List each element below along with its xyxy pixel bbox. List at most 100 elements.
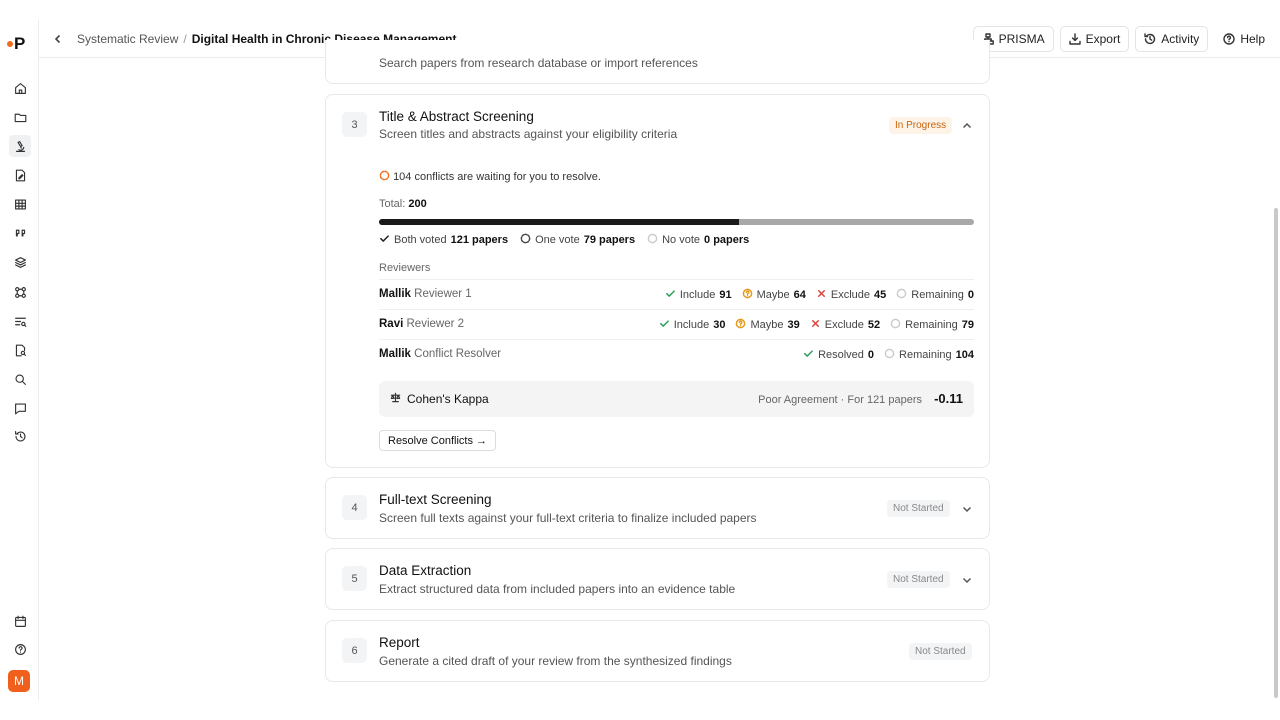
step-3-subtitle: Screen titles and abstracts against your… xyxy=(379,127,678,141)
kappa-description: Poor Agreement · For 121 papers xyxy=(758,394,922,406)
screening-progress-bar xyxy=(379,219,974,225)
reviewer-row: Ravi Reviewer 2 Include 30 Maybe 39 Exclud… xyxy=(379,309,974,339)
include-stat: Include 91 xyxy=(665,288,732,302)
quote-icon[interactable] xyxy=(12,225,28,241)
home-icon[interactable] xyxy=(12,80,28,96)
check-icon xyxy=(803,348,814,362)
download-icon xyxy=(1068,33,1081,45)
table-icon[interactable] xyxy=(12,196,28,212)
reviewer-role: Reviewer 1 xyxy=(414,288,472,300)
activity-button[interactable]: Activity xyxy=(1135,26,1209,52)
document-edit-icon[interactable] xyxy=(12,167,28,183)
resolve-conflicts-button[interactable]: Resolve Conflicts → xyxy=(379,430,497,451)
x-icon xyxy=(810,318,821,332)
resolver-name: Mallik Conflict Resolver xyxy=(379,348,501,360)
step-5-title: Data Extraction xyxy=(379,563,472,578)
step-6-number: 6 xyxy=(342,638,367,663)
reviewer-name: Ravi Reviewer 2 xyxy=(379,318,464,330)
conflict-notice-text: 104 conflicts are waiting for you to res… xyxy=(393,170,601,183)
remaining-label: Remaining xyxy=(905,319,958,331)
legend-both-value: 121 papers xyxy=(450,234,509,246)
half-circle-icon xyxy=(520,233,531,247)
empty-circle-icon xyxy=(896,288,907,302)
total-label: Total: xyxy=(379,198,406,210)
step-6-title: Report xyxy=(379,635,420,650)
history-icon[interactable] xyxy=(12,428,28,444)
reviewer-first-name: Mallik xyxy=(379,288,411,300)
microscope-icon[interactable] xyxy=(9,135,31,157)
calendar-icon[interactable] xyxy=(12,613,28,629)
breadcrumb-parent[interactable]: Systematic Review xyxy=(77,32,178,46)
maybe-stat: Maybe 39 xyxy=(735,318,800,332)
resolver-remaining-count: 104 xyxy=(955,349,974,361)
bottom-margin xyxy=(0,700,1280,720)
status-badge-in-progress: In Progress xyxy=(889,117,953,134)
kappa-title: Cohen's Kappa xyxy=(390,392,489,406)
step-2-card[interactable]: Search papers from research database or … xyxy=(325,40,990,84)
exclude-label: Exclude xyxy=(824,319,864,331)
total-value: 200 xyxy=(408,198,427,210)
status-badge-not-started: Not Started xyxy=(887,571,950,588)
exclude-count: 52 xyxy=(867,319,881,331)
file-search-icon[interactable] xyxy=(12,342,28,358)
avatar-initial: M xyxy=(14,674,24,688)
resolver-first-name: Mallik xyxy=(379,348,411,360)
sidebar: P M xyxy=(0,20,39,700)
reviewers-heading: Reviewers xyxy=(379,262,431,274)
vote-legend: Both voted 121 papers One vote 79 papers N… xyxy=(379,233,749,247)
legend-none-value: 0 papers xyxy=(704,234,750,246)
step-4-subtitle: Screen full texts against your full-text… xyxy=(379,511,757,525)
check-icon xyxy=(659,318,670,332)
remaining-count: 0 xyxy=(967,289,974,301)
cohens-kappa-panel: Cohen's Kappa Poor Agreement · For 121 p… xyxy=(379,381,974,417)
back-chevron-icon[interactable] xyxy=(53,33,65,45)
chevron-down-icon[interactable] xyxy=(962,503,972,513)
question-circle-icon xyxy=(735,318,746,332)
check-icon xyxy=(665,288,676,302)
help-label: Help xyxy=(1240,32,1265,46)
network-icon[interactable] xyxy=(12,284,28,300)
step-3-title[interactable]: Title & Abstract Screening xyxy=(379,109,534,124)
spinner-icon xyxy=(379,170,390,184)
legend-no-vote: No vote 0 papers xyxy=(647,233,749,247)
step-4-title: Full-text Screening xyxy=(379,492,492,507)
chevron-down-icon[interactable] xyxy=(962,574,972,584)
total-papers: Total: 200 xyxy=(379,198,427,210)
list-search-icon[interactable] xyxy=(12,313,28,329)
help-button[interactable]: Help xyxy=(1214,26,1274,52)
reviewer-role: Reviewer 2 xyxy=(406,318,465,330)
reviewer-name: Mallik Reviewer 1 xyxy=(379,288,472,300)
step-5-number: 5 xyxy=(342,566,367,591)
legend-one-vote: One vote 79 papers xyxy=(520,233,635,247)
step-6-subtitle: Generate a cited draft of your review fr… xyxy=(379,654,732,668)
app-logo[interactable]: P xyxy=(7,34,25,54)
chat-icon[interactable] xyxy=(12,400,28,416)
empty-circle-icon xyxy=(890,318,901,332)
legend-none-label: No vote xyxy=(662,234,701,246)
search-icon[interactable] xyxy=(12,371,28,387)
resolver-role: Conflict Resolver xyxy=(414,348,502,360)
folder-icon[interactable] xyxy=(12,109,28,125)
step-5-card[interactable]: 5 Data Extraction Extract structured dat… xyxy=(325,548,990,610)
step-4-card[interactable]: 4 Full-text Screening Screen full texts … xyxy=(325,477,990,539)
layers-icon[interactable] xyxy=(12,254,28,270)
activity-history-icon xyxy=(1144,33,1156,45)
scale-icon xyxy=(390,392,401,406)
top-margin xyxy=(0,0,1280,20)
maybe-label: Maybe xyxy=(756,289,790,301)
user-avatar[interactable]: M xyxy=(8,670,30,692)
x-icon xyxy=(816,288,827,302)
question-circle-icon xyxy=(742,288,753,302)
help-circle-icon[interactable] xyxy=(12,641,28,657)
legend-one-label: One vote xyxy=(535,234,580,246)
step-6-card[interactable]: 6 Report Generate a cited draft of your … xyxy=(325,620,990,682)
export-button[interactable]: Export xyxy=(1059,26,1130,52)
maybe-label: Maybe xyxy=(750,319,784,331)
exclude-stat: Exclude 45 xyxy=(816,288,886,302)
step-2-subtitle: Search papers from research database or … xyxy=(379,56,698,70)
remaining-stat: Remaining 0 xyxy=(896,288,974,302)
page-scrollbar[interactable] xyxy=(1274,208,1278,698)
chevron-up-icon[interactable] xyxy=(962,120,972,130)
legend-both-voted: Both voted 121 papers xyxy=(379,233,508,247)
reviewer-first-name: Ravi xyxy=(379,318,404,330)
